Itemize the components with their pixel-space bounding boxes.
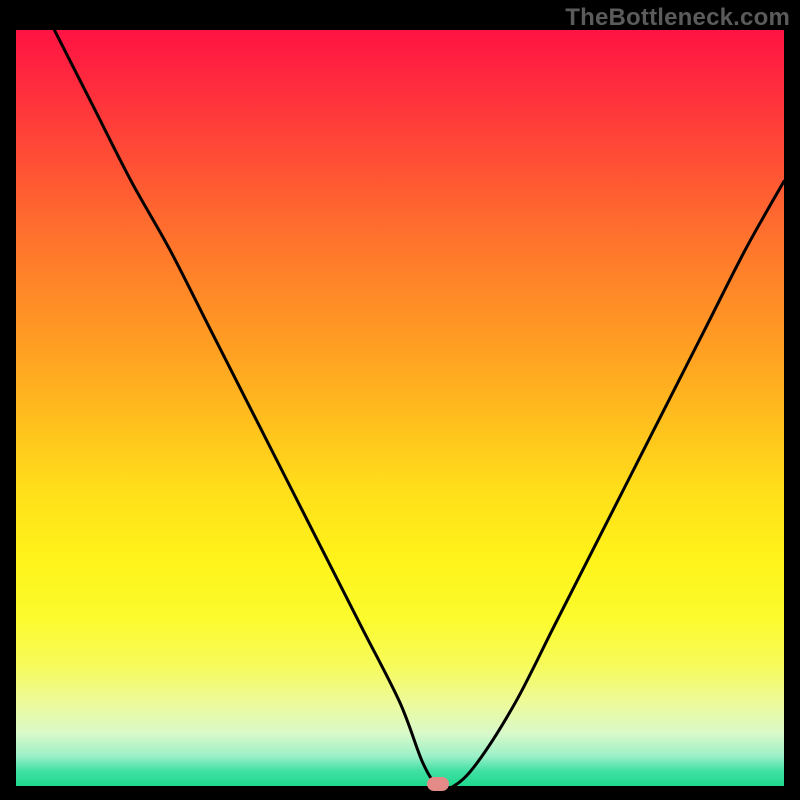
bottleneck-curve	[16, 30, 784, 786]
curve-path	[54, 30, 784, 786]
optimal-point-marker	[427, 777, 449, 791]
chart-frame: TheBottleneck.com	[0, 0, 800, 800]
watermark-text: TheBottleneck.com	[565, 4, 790, 32]
